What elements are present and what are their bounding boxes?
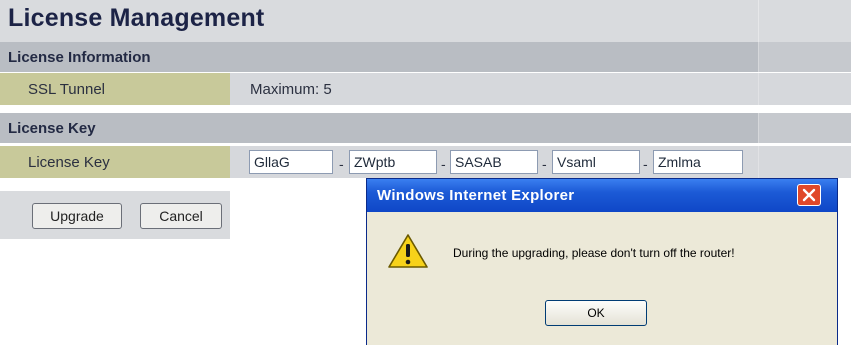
dialog-message: During the upgrading, please don't turn …	[453, 246, 735, 260]
license-key-label: License Key	[28, 154, 110, 171]
license-key-field-5[interactable]: Zmlma	[653, 150, 743, 174]
section-header-license-information: License Information	[0, 42, 851, 72]
title-bar-filler	[758, 0, 851, 42]
button-bar: Upgrade Cancel	[0, 191, 230, 239]
upgrade-button[interactable]: Upgrade	[32, 203, 122, 229]
close-icon[interactable]	[797, 184, 821, 206]
ok-button[interactable]: OK	[545, 300, 647, 326]
warning-icon	[387, 233, 429, 274]
license-management-page: License Management License Information S…	[0, 0, 851, 345]
section-filler	[758, 113, 851, 143]
license-key-field-2[interactable]: ZWptb	[349, 150, 437, 174]
alert-dialog: Windows Internet Explorer During the upg…	[366, 178, 838, 345]
cancel-button[interactable]: Cancel	[140, 203, 222, 229]
ssl-tunnel-value: Maximum: 5	[250, 81, 332, 98]
license-key-field-4[interactable]: Vsaml	[552, 150, 640, 174]
dialog-titlebar[interactable]: Windows Internet Explorer	[367, 179, 837, 212]
row-filler	[758, 146, 851, 178]
section-filler	[758, 42, 851, 72]
license-key-value-cell: GllaG - ZWptb - SASAB - Vsaml - Zmlma	[230, 146, 758, 178]
license-key-row: License Key GllaG - ZWptb - SASAB - Vsam…	[0, 146, 851, 178]
key-separator: -	[339, 156, 344, 172]
dialog-title: Windows Internet Explorer	[377, 187, 575, 204]
ssl-tunnel-value-cell: Maximum: 5	[230, 73, 758, 105]
license-key-field-1[interactable]: GllaG	[249, 150, 333, 174]
ssl-tunnel-label-cell: SSL Tunnel	[0, 73, 230, 105]
key-separator: -	[542, 156, 547, 172]
section-label: License Information	[8, 49, 151, 66]
key-separator: -	[643, 156, 648, 172]
section-label: License Key	[8, 120, 96, 137]
row-filler	[758, 73, 851, 105]
title-bar: License Management	[0, 0, 851, 42]
key-separator: -	[441, 156, 446, 172]
ssl-tunnel-row: SSL Tunnel Maximum: 5	[0, 73, 851, 105]
close-icon-glyph	[802, 188, 816, 202]
license-key-field-3[interactable]: SASAB	[450, 150, 538, 174]
page-title: License Management	[8, 4, 265, 32]
dialog-body: During the upgrading, please don't turn …	[367, 212, 837, 345]
section-header-license-key: License Key	[0, 113, 851, 143]
ssl-tunnel-label: SSL Tunnel	[28, 81, 105, 98]
license-key-label-cell: License Key	[0, 146, 230, 178]
